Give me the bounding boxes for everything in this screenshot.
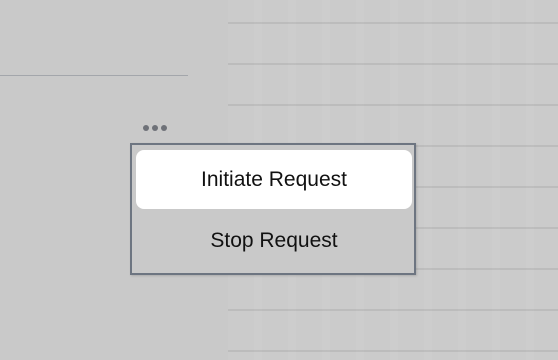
more-horizontal-icon [161, 125, 167, 131]
stop-request-menu-item[interactable]: Stop Request [136, 211, 412, 270]
more-options-button[interactable] [136, 120, 174, 136]
more-horizontal-icon [143, 125, 149, 131]
initiate-request-menu-item[interactable]: Initiate Request [136, 150, 412, 209]
more-horizontal-icon [152, 125, 158, 131]
popup-menu: Initiate Request Stop Request [130, 143, 416, 275]
divider [0, 75, 188, 76]
